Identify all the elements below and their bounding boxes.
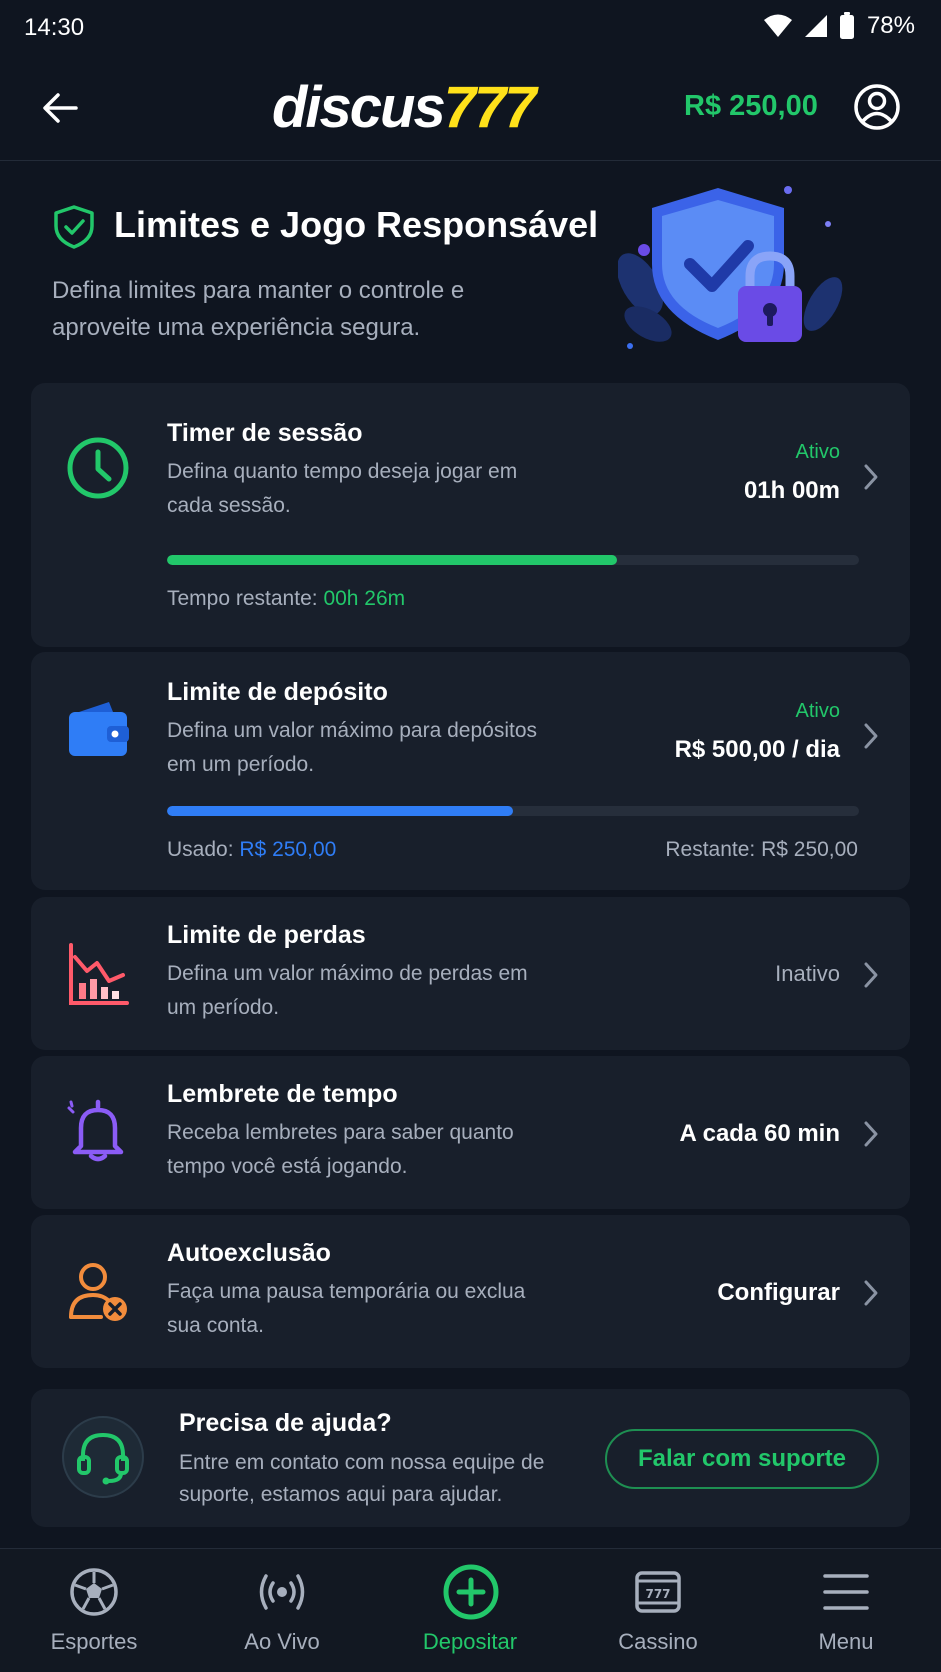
help-description: Entre em contato com nossa equipe de sup… (179, 1451, 545, 1506)
contact-support-button[interactable]: Falar com suporte (605, 1429, 879, 1489)
nav-label: Esportes (50, 1629, 138, 1654)
app-header: discus777 R$ 250,00 (0, 56, 941, 161)
wifi-icon (763, 14, 792, 37)
svg-text:777: 777 (645, 1587, 670, 1601)
nav-item-esportes[interactable]: Esportes (0, 1549, 188, 1672)
loss-chart-icon (69, 943, 129, 1005)
time-remaining: Tempo restante: 00h 26m (167, 587, 405, 611)
nav-label: Ao Vivo (244, 1629, 320, 1654)
session-progress-bar (167, 555, 859, 565)
user-block-icon (69, 1263, 127, 1321)
status-indicators: 78% (763, 12, 915, 40)
chevron-right-icon (864, 962, 878, 988)
session-timer-card[interactable]: Timer de sessão Defina quanto tempo dese… (31, 383, 910, 647)
wallet-icon (69, 702, 129, 756)
plus-circle-icon (443, 1564, 499, 1620)
help-card: Precisa de ajuda? Entre em contato com n… (31, 1389, 910, 1527)
reminder-interval: A cada 60 min (679, 1120, 840, 1147)
nav-item-menu[interactable]: Menu (752, 1549, 940, 1672)
configure-link: Configurar (717, 1279, 840, 1306)
headset-icon (62, 1416, 144, 1498)
limit-value: R$ 500,00 / dia (674, 736, 840, 763)
card-description: Faça uma pausa temporária ou exclua sua … (167, 1280, 526, 1337)
page-title: Limites e Jogo Responsável (114, 204, 599, 245)
used-value: R$ 250,00 (239, 838, 337, 861)
battery-percent: 78% (866, 12, 915, 39)
deposit-remaining: Restante: R$ 250,00 (665, 838, 858, 861)
hero-section: Limites e Jogo Responsável Defina limite… (0, 162, 941, 372)
bottom-navigation: Esportes Ao Vivo Depositar 777 Cassino M… (0, 1548, 941, 1672)
brand-logo: discus777 (272, 74, 537, 142)
soccer-ball-icon (70, 1568, 118, 1616)
deposit-used: Usado: R$ 250,00 (167, 838, 336, 862)
logo-accent: 777 (443, 75, 537, 140)
status-time: 14:30 (24, 14, 85, 41)
progress-fill (167, 806, 513, 816)
responsible-gaming-screen: 14:30 78% discus777 R$ 250,00 Limites e … (0, 0, 941, 1672)
card-description: Defina quanto tempo deseja jogar em cada… (167, 460, 518, 517)
limit-value: 01h 00m (743, 477, 840, 504)
shield-lock-illustration (618, 186, 843, 349)
nav-label: Cassino (618, 1629, 698, 1654)
user-circle-icon (854, 84, 900, 130)
status-badge: Inativo (775, 961, 840, 986)
page-subtitle: Defina limites para manter o controle e … (52, 277, 465, 341)
card-description: Defina um valor máximo para depósitos em… (167, 719, 538, 776)
deposit-limit-card[interactable]: Limite de depósito Defina um valor máxim… (31, 652, 910, 890)
logo-text: discus (272, 75, 446, 140)
card-title: Timer de sessão (167, 419, 363, 447)
nav-item-cassino[interactable]: 777 Cassino (564, 1549, 752, 1672)
slot-machine-icon: 777 (635, 1571, 681, 1613)
time-remaining-label: Tempo restante: (167, 587, 318, 610)
live-broadcast-icon (259, 1574, 305, 1610)
time-remaining-value: 00h 26m (323, 587, 406, 610)
card-title: Autoexclusão (167, 1239, 331, 1267)
arrow-left-icon (43, 93, 78, 123)
battery-icon (839, 12, 854, 39)
chevron-right-icon (864, 464, 878, 490)
help-title: Precisa de ajuda? (179, 1409, 392, 1437)
nav-item-ao-vivo[interactable]: Ao Vivo (188, 1549, 376, 1672)
card-title: Limite de perdas (167, 921, 366, 949)
status-badge: Ativo (795, 441, 840, 463)
profile-button[interactable] (852, 82, 902, 132)
loss-limit-card[interactable]: Limite de perdas Defina um valor máximo … (31, 897, 910, 1050)
chevron-right-icon (864, 1280, 878, 1306)
card-description: Receba lembretes para saber quanto tempo… (167, 1121, 514, 1178)
time-reminder-card[interactable]: Lembrete de tempo Receba lembretes para … (31, 1056, 910, 1209)
shield-check-icon (54, 205, 94, 249)
signal-icon (804, 15, 827, 37)
status-bar: 14:30 78% (0, 0, 941, 56)
nav-label: Depositar (422, 1629, 518, 1654)
nav-item-depositar[interactable]: Depositar (376, 1549, 564, 1672)
card-description: Defina um valor máximo de perdas em um p… (167, 962, 528, 1019)
deposit-progress-bar (167, 806, 859, 816)
progress-fill (167, 555, 617, 565)
status-badge: Ativo (795, 700, 840, 722)
used-label: Usado: (167, 838, 234, 861)
hamburger-menu-icon (823, 1574, 869, 1610)
wallet-balance[interactable]: R$ 250,00 (684, 90, 818, 123)
nav-label: Menu (818, 1629, 874, 1654)
clock-icon (67, 437, 129, 499)
back-button[interactable] (38, 86, 82, 130)
chevron-right-icon (864, 723, 878, 749)
chevron-right-icon (864, 1121, 878, 1147)
bell-icon (67, 1099, 124, 1162)
card-title: Lembrete de tempo (167, 1080, 398, 1108)
card-title: Limite de depósito (167, 678, 388, 706)
self-exclusion-card[interactable]: Autoexclusão Faça uma pausa temporária o… (31, 1215, 910, 1368)
